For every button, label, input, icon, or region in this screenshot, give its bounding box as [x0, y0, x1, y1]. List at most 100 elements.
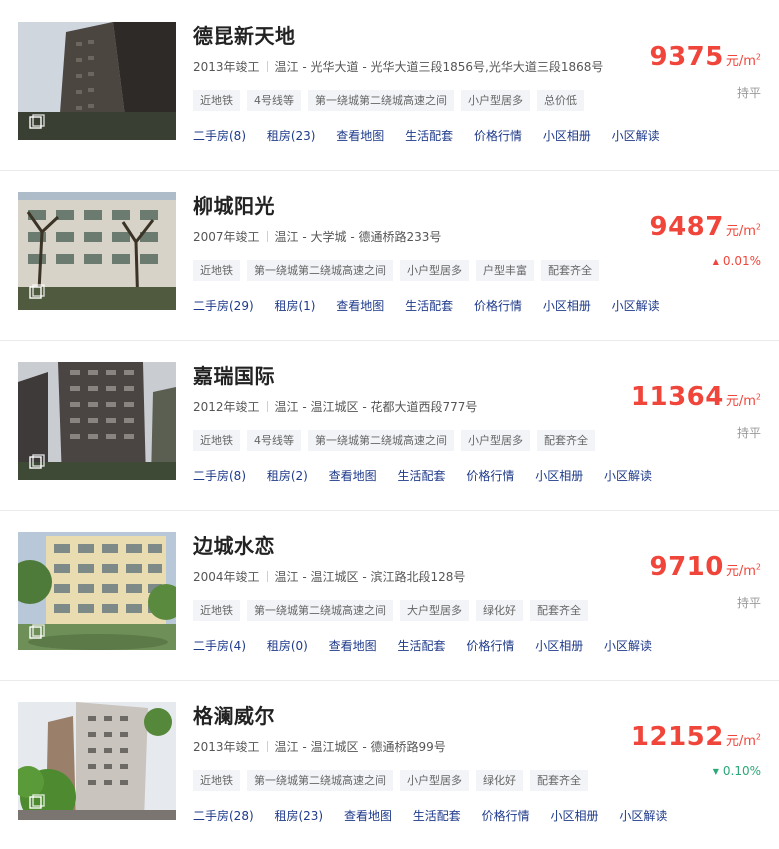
link-map[interactable]: 查看地图 [329, 469, 377, 483]
tag: 近地铁 [193, 260, 240, 281]
link-album[interactable]: 小区相册 [535, 469, 583, 483]
link-rent[interactable]: 租房(1) [274, 299, 315, 313]
link-album[interactable]: 小区相册 [543, 129, 591, 143]
divider [266, 571, 268, 582]
community-photo[interactable] [18, 702, 176, 820]
link-map[interactable]: 查看地图 [336, 129, 384, 143]
link-amenities[interactable]: 生活配套 [413, 809, 461, 823]
link-review[interactable]: 小区解读 [619, 809, 667, 823]
tag: 配套齐全 [530, 600, 588, 621]
address: 温江 - 温江城区 - 花都大道西段777号 [274, 400, 478, 414]
trend-text: 0.01% [722, 254, 761, 268]
price-trend: 持平 [737, 594, 761, 611]
image-gallery-icon [29, 284, 45, 300]
community-name[interactable]: 柳城阳光 [193, 190, 275, 219]
price-value: 9710 [649, 552, 724, 582]
link-album[interactable]: 小区相册 [550, 809, 598, 823]
price-trend: 持平 [737, 84, 761, 101]
link-price-trend[interactable]: 价格行情 [482, 809, 530, 823]
price-value: 12152 [630, 722, 724, 752]
link-amenities[interactable]: 生活配套 [398, 639, 446, 653]
image-gallery-icon [29, 114, 45, 130]
link-price-trend[interactable]: 价格行情 [466, 469, 514, 483]
tag: 第一绕城第二绕城高速之间 [308, 430, 454, 451]
link-rent[interactable]: 租房(23) [274, 809, 323, 823]
community-name[interactable]: 格澜威尔 [193, 700, 275, 729]
link-rent[interactable]: 租房(23) [267, 129, 316, 143]
tag: 近地铁 [193, 90, 240, 111]
community-item: 德昆新天地 2013年竣工 温江 - 光华大道 - 光华大道三段1856号,光华大… [0, 0, 779, 171]
link-map[interactable]: 查看地图 [329, 639, 377, 653]
link-album[interactable]: 小区相册 [543, 299, 591, 313]
community-photo[interactable] [18, 362, 176, 480]
tag: 大户型居多 [400, 600, 469, 621]
tag-list: 近地铁 4号线等 第一绕城第二绕城高速之间 小户型居多 配套齐全 [193, 430, 595, 451]
tag: 绿化好 [476, 770, 523, 791]
community-name[interactable]: 德昆新天地 [193, 20, 296, 49]
tag: 小户型居多 [461, 430, 530, 451]
link-price-trend[interactable]: 价格行情 [474, 299, 522, 313]
link-price-trend[interactable]: 价格行情 [466, 639, 514, 653]
build-year: 2013年竣工 [193, 60, 260, 74]
address: 温江 - 光华大道 - 光华大道三段1856号,光华大道三段1868号 [274, 60, 604, 74]
community-item: 嘉瑞国际 2012年竣工 温江 - 温江城区 - 花都大道西段777号 近地铁 4… [0, 340, 779, 511]
community-info: 2012年竣工 温江 - 温江城区 - 花都大道西段777号 [193, 398, 477, 415]
link-price-trend[interactable]: 价格行情 [474, 129, 522, 143]
price-value: 11364 [630, 382, 724, 412]
link-rent[interactable]: 租房(2) [267, 469, 308, 483]
price-unit: 元/m2 [725, 222, 761, 239]
address: 温江 - 大学城 - 德通桥路233号 [274, 230, 442, 244]
community-info: 2013年竣工 温江 - 温江城区 - 德通桥路99号 [193, 738, 446, 755]
price-trend: 持平 [737, 424, 761, 441]
price-trend: ▲ 0.01% [713, 254, 761, 268]
community-item: 边城水恋 2004年竣工 温江 - 温江城区 - 滨江路北段128号 近地铁 第一… [0, 510, 779, 681]
trend-down-icon: ▼ [712, 767, 719, 776]
link-review[interactable]: 小区解读 [612, 299, 660, 313]
price-block: 9710 元/m2 [649, 552, 761, 582]
link-amenities[interactable]: 生活配套 [398, 469, 446, 483]
tag-list: 近地铁 第一绕城第二绕城高速之间 大户型居多 绿化好 配套齐全 [193, 600, 588, 621]
community-name[interactable]: 嘉瑞国际 [193, 360, 275, 389]
tag: 第一绕城第二绕城高速之间 [247, 260, 393, 281]
link-amenities[interactable]: 生活配套 [405, 299, 453, 313]
price-block: 9487 元/m2 [649, 212, 761, 242]
link-review[interactable]: 小区解读 [612, 129, 660, 143]
tag: 第一绕城第二绕城高速之间 [247, 770, 393, 791]
link-review[interactable]: 小区解读 [604, 639, 652, 653]
link-rent[interactable]: 租房(0) [267, 639, 308, 653]
action-links: 二手房(28) 租房(23) 查看地图 生活配套 价格行情 小区相册 小区解读 [193, 807, 684, 824]
link-secondhand[interactable]: 二手房(4) [193, 639, 246, 653]
trend-up-icon: ▲ [712, 257, 719, 266]
tag: 小户型居多 [461, 90, 530, 111]
tag: 第一绕城第二绕城高速之间 [308, 90, 454, 111]
community-info: 2007年竣工 温江 - 大学城 - 德通桥路233号 [193, 228, 441, 245]
link-map[interactable]: 查看地图 [344, 809, 392, 823]
tag: 配套齐全 [530, 770, 588, 791]
image-gallery-icon [29, 454, 45, 470]
tag-list: 近地铁 4号线等 第一绕城第二绕城高速之间 小户型居多 总价低 [193, 90, 584, 111]
link-review[interactable]: 小区解读 [604, 469, 652, 483]
price-unit: 元/m2 [725, 52, 761, 69]
link-amenities[interactable]: 生活配套 [405, 129, 453, 143]
tag: 户型丰富 [476, 260, 534, 281]
community-photo[interactable] [18, 22, 176, 140]
tag: 小户型居多 [400, 260, 469, 281]
community-list: 德昆新天地 2013年竣工 温江 - 光华大道 - 光华大道三段1856号,光华大… [0, 0, 779, 849]
tag: 4号线等 [247, 430, 301, 451]
price-value: 9375 [649, 42, 724, 72]
link-secondhand[interactable]: 二手房(8) [193, 469, 246, 483]
community-photo[interactable] [18, 192, 176, 310]
link-secondhand[interactable]: 二手房(8) [193, 129, 246, 143]
community-name[interactable]: 边城水恋 [193, 530, 275, 559]
action-links: 二手房(4) 租房(0) 查看地图 生活配套 价格行情 小区相册 小区解读 [193, 637, 669, 654]
tag: 近地铁 [193, 600, 240, 621]
address: 温江 - 温江城区 - 德通桥路99号 [274, 740, 446, 754]
image-gallery-icon [29, 624, 45, 640]
link-secondhand[interactable]: 二手房(29) [193, 299, 254, 313]
link-album[interactable]: 小区相册 [535, 639, 583, 653]
link-secondhand[interactable]: 二手房(28) [193, 809, 254, 823]
community-photo[interactable] [18, 532, 176, 650]
community-item: 柳城阳光 2007年竣工 温江 - 大学城 - 德通桥路233号 近地铁 第一绕城… [0, 170, 779, 341]
price-value: 9487 [649, 212, 724, 242]
link-map[interactable]: 查看地图 [336, 299, 384, 313]
